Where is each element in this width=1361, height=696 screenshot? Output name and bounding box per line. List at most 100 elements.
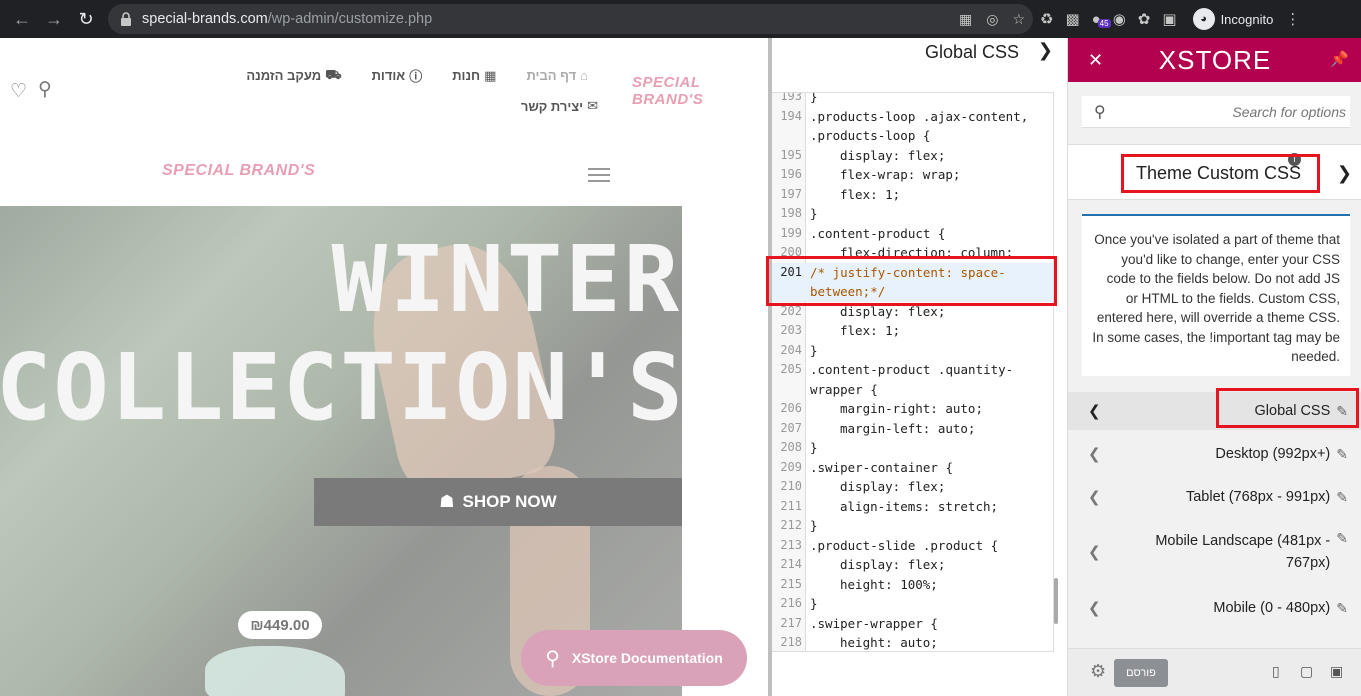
search-input[interactable] [1082, 96, 1350, 127]
line-number: 210 [780, 479, 802, 493]
line-text: } [810, 206, 818, 221]
puzzle-icon[interactable]: ✿ [1138, 10, 1151, 28]
site-preview: ♡ ⚲ ⌂ דף הבית ▦ חנות ⓘ אודות ⛟ מעקב הזמנה ✉ י… [0, 38, 768, 696]
info-icon[interactable]: i [1288, 153, 1301, 166]
hamburger-menu-icon[interactable] [588, 168, 610, 186]
line-number: 217 [780, 615, 802, 630]
line-number: 213 [780, 537, 802, 552]
url-host: special-brands.com [142, 11, 268, 27]
pin-icon[interactable]: 📌 [1330, 50, 1350, 68]
star-icon[interactable]: ☆ [1012, 11, 1025, 28]
line-text: } [810, 596, 818, 611]
code-line: 197 flex: 1; [772, 185, 1053, 205]
css-code-editor[interactable]: 193} 194 .products-loop .ajax-content, .pro… [772, 92, 1054, 652]
extension-icon[interactable]: ● 45 [1092, 11, 1111, 28]
chevron-right-icon[interactable]: ❯ [1337, 163, 1352, 184]
control-mobile-css[interactable]: ❮ Mobile (0 - 480px) ✎ [1068, 590, 1361, 626]
hero-title-line2: COLLECTION'S [0, 334, 682, 441]
editor-scrollbar[interactable] [1054, 578, 1058, 624]
eye-off-icon[interactable]: ◎ [986, 11, 998, 28]
code-line: 207 margin-left: auto; [772, 419, 1053, 439]
incognito-profile[interactable]: ◕ Incognito [1192, 8, 1273, 30]
code-line: 218 height: auto; [772, 633, 1053, 651]
menu-shop[interactable]: ▦ חנות [452, 66, 496, 85]
menu-contact[interactable]: ✉ יצירת קשר [521, 98, 598, 114]
sidebar-icon[interactable]: ▣ [1162, 10, 1176, 28]
chevron-left-icon: ❮ [1088, 446, 1101, 463]
control-global-css[interactable]: ❮ Global CSS ✎ [1068, 392, 1361, 430]
code-line: 196 flex-wrap: wrap; [772, 165, 1053, 185]
line-number: 206 [780, 401, 802, 415]
line-number: 200 [780, 245, 802, 259]
line-number: 214 [780, 557, 802, 571]
lock-icon [121, 12, 131, 26]
xstore-documentation-button[interactable]: ⚲ XStore Documentation [521, 630, 747, 686]
control-mobile-landscape-css[interactable]: ❮ Mobile Landscape (481px - 767px) ✎ [1068, 528, 1361, 576]
code-line: 200 flex-direction: column; [772, 243, 1053, 263]
kebab-menu-icon[interactable]: ⋮ [1285, 10, 1300, 28]
menu-home[interactable]: ⌂ דף הבית [526, 66, 588, 85]
customizer-footer: ⚙ פורסם ▯ ▢ ▣ [1068, 648, 1361, 696]
site-logo[interactable]: SPECIAL BRAND'S [162, 162, 315, 180]
translate-icon[interactable]: ▦ [959, 11, 972, 28]
line-text: .products-loop { [810, 128, 931, 143]
site-logo-top[interactable]: SPECIAL BRAND'S [632, 74, 768, 108]
line-text: align-items: stretch; [840, 498, 999, 514]
globe-icon[interactable]: ◉ [1113, 10, 1126, 28]
tablet-preview-icon[interactable]: ▢ [1300, 663, 1313, 680]
global-css-panel: Global CSS ❯ 193} 194 .products-loop .ajax… [768, 38, 1067, 696]
line-text: .content-product .quantity- [810, 362, 1014, 377]
back-arrow-icon[interactable]: ← [6, 3, 38, 35]
search-icon[interactable]: ⚲ [38, 78, 52, 101]
mobile-preview-icon[interactable]: ▯ [1272, 663, 1280, 680]
recycle-icon[interactable]: ♻ [1040, 10, 1053, 28]
control-tablet-css[interactable]: ❮ Tablet (768px - 991px) ✎ [1068, 479, 1361, 515]
heart-icon[interactable]: ♡ [10, 80, 27, 103]
line-text: flex: 1; [840, 323, 901, 338]
line-text: /* justify-content: space- [810, 264, 1006, 280]
code-line: 204} [772, 341, 1053, 361]
code-line: 202 display: flex; [772, 302, 1053, 322]
code-line: 209 .swiper-container { [772, 458, 1053, 478]
gear-icon[interactable]: ⚙ [1090, 661, 1106, 682]
line-text: } [810, 440, 818, 455]
line-number: 208 [780, 440, 802, 454]
code-line: 195 display: flex; [772, 146, 1053, 166]
line-text: .products-loop .ajax-content, [810, 108, 1029, 124]
close-icon[interactable]: ✕ [1088, 50, 1104, 71]
address-bar[interactable]: special-brands.com/wp-admin/customize.ph… [108, 4, 1033, 34]
line-number: 199 [780, 225, 802, 240]
brand-bar: ✕ XSTORE 📌 [1068, 38, 1361, 82]
extension-badge: 45 [1097, 18, 1111, 28]
pencil-icon: ✎ [1336, 599, 1348, 616]
hero-banner: WINTER COLLECTION'S ☗ SHOP NOW ₪449.00 [0, 206, 682, 696]
options-search: ⚲ [1082, 96, 1350, 128]
code-line: 211 align-items: stretch; [772, 497, 1053, 517]
pencil-icon: ✎ [1336, 402, 1348, 419]
tv-icon[interactable]: ▩ [1065, 10, 1079, 28]
line-number: 216 [780, 596, 802, 610]
menu-about[interactable]: ⓘ אודות [372, 66, 423, 85]
publish-button[interactable]: פורסם [1114, 659, 1168, 687]
desktop-preview-icon[interactable]: ▣ [1330, 663, 1343, 680]
forward-arrow-icon[interactable]: → [38, 3, 70, 35]
contact-card-icon: ✉ [587, 98, 598, 113]
reload-icon[interactable]: ↻ [70, 3, 102, 35]
chevron-right-icon[interactable]: ❯ [1038, 40, 1053, 61]
line-text: wrapper { [810, 381, 878, 397]
line-number: 215 [780, 576, 802, 591]
line-text: .swiper-wrapper { [810, 615, 938, 631]
code-line: 205 .content-product .quantity- [772, 360, 1053, 380]
code-line: wrapper { [772, 380, 1053, 400]
chevron-left-icon: ❮ [1088, 489, 1101, 506]
line-number: 212 [780, 518, 802, 532]
price-tag: ₪449.00 [238, 611, 322, 639]
line-number: 204 [780, 342, 802, 357]
pencil-icon: ✎ [1336, 488, 1348, 505]
control-desktop-css[interactable]: ❮ Desktop (992px+) ✎ [1068, 436, 1361, 472]
line-number: 194 [780, 108, 802, 123]
shop-now-button[interactable]: ☗ SHOP NOW [314, 478, 682, 526]
code-line: 199 .content-product { [772, 224, 1053, 244]
section-title: Theme Custom CSS [1136, 163, 1302, 183]
menu-order-tracking[interactable]: ⛟ מעקב הזמנה [246, 66, 341, 85]
